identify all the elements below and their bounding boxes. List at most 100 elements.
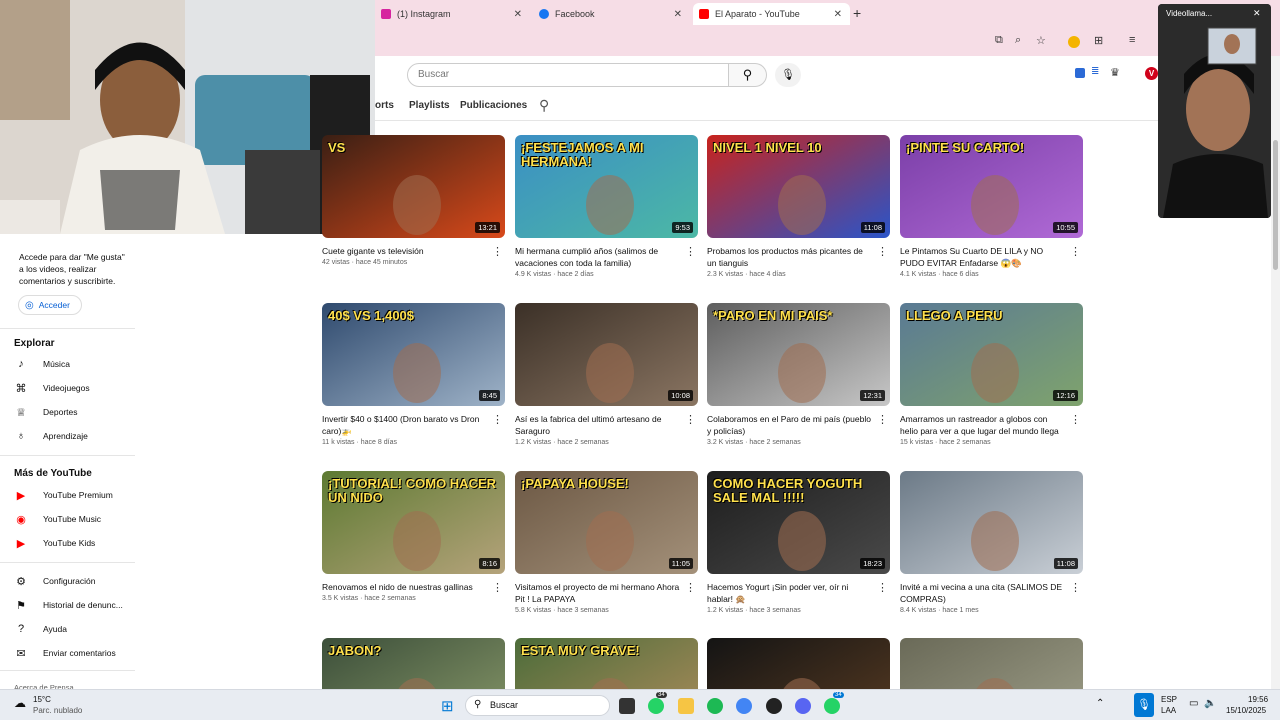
video-card[interactable]: JABON? [322,638,505,689]
video-thumbnail[interactable]: NIVEL 1 NIVEL 10 11:08 [707,135,890,238]
video-card[interactable]: ESTA MUY GRAVE! [515,638,698,689]
more-options-icon[interactable]: ⋮ [492,413,503,426]
clock-date[interactable]: 15/10/2025 [1226,706,1266,715]
tab-facebook[interactable]: Facebook ✕ [533,3,690,25]
new-tab-icon[interactable]: + [853,5,861,21]
chevron-up-icon[interactable]: ⌃ [1096,698,1104,709]
bookmark-star-icon[interactable]: ☆ [1036,34,1046,47]
tab-publicaciones[interactable]: Publicaciones [460,100,527,111]
video-card[interactable]: ¡PINTE SU CARTO! 10:55 Le Pintamos Su Cuar… [900,135,1083,278]
file-explorer-icon[interactable] [678,698,694,714]
video-title[interactable]: Cuete gigante vs televisión [322,245,488,257]
sidebar-item-aprendizaje[interactable]: ♁ Aprendizaje [14,427,88,445]
close-tab-icon[interactable]: ✕ [834,9,842,20]
more-options-icon[interactable]: ⋮ [1070,413,1081,426]
clock-time[interactable]: 19:56 [1248,695,1268,704]
video-thumbnail[interactable]: JABON? [322,638,505,689]
video-title[interactable]: Hacemos Yogurt ¡Sin poder ver, oír ni ha… [707,581,873,605]
more-options-icon[interactable]: ⋮ [685,245,696,258]
more-options-icon[interactable]: ⋮ [685,581,696,594]
region-indicator[interactable]: LAA [1161,706,1176,715]
channel-search-icon[interactable]: ⚲ [539,97,549,114]
close-tab-icon[interactable]: ✕ [674,9,682,20]
video-title[interactable]: Probamos los productos más picantes de u… [707,245,873,269]
sidebar-item-yt-premium[interactable]: ▶ YouTube Premium [14,486,113,504]
app-icon[interactable] [766,698,782,714]
taskbar-search[interactable]: ⚲ Buscar [465,695,610,716]
close-tab-icon[interactable]: ✕ [514,9,522,20]
scrollbar-thumb[interactable] [1273,140,1278,270]
more-options-icon[interactable]: ⋮ [877,245,888,258]
video-thumbnail[interactable]: ¡TUTORIAL! COMO HACER UN NIDO 8:16 [322,471,505,574]
video-title[interactable]: Mi hermana cumplió años (salimos de vaca… [515,245,681,269]
tab-youtube[interactable]: El Aparato - YouTube ✕ [693,3,850,25]
video-title[interactable]: Invertir $40 o $1400 (Dron barato vs Dro… [322,413,488,437]
task-view-icon[interactable] [619,698,635,714]
video-thumbnail[interactable]: ¡FESTEJAMOS A MI HERMANA! 9:53 [515,135,698,238]
sidebar-item-videojuegos[interactable]: ⌘ Videojuegos [14,379,90,397]
search-button[interactable]: ⚲ [729,63,767,87]
weather-temp[interactable]: 15°C [33,695,51,704]
video-title[interactable]: Le Pintamos Su Cuarto DE LILA y NO PUDO … [900,245,1066,269]
close-icon[interactable]: ✕ [1253,8,1261,19]
sidebar-item-configuracion[interactable]: ⚙ Configuración [14,572,95,590]
video-thumbnail[interactable]: 40$ VS 1,400$ 8:45 [322,303,505,406]
video-card[interactable]: LLEGO A PERU 12:16 Amarramos un rastreador… [900,303,1083,446]
volume-icon[interactable]: 🔈 [1204,698,1216,709]
spotify-icon[interactable] [707,698,723,714]
tab-instagram[interactable]: (1) Instagram ✕ [375,3,530,25]
signin-button[interactable]: ◎ Acceder [18,295,82,315]
sidebar-item-historial[interactable]: ⚑ Historial de denunc... [14,596,123,614]
avatar[interactable]: V [1145,67,1158,80]
video-card[interactable]: ¡TUTORIAL! COMO HACER UN NIDO 8:16 Renovam… [322,471,505,602]
more-options-icon[interactable]: ⋮ [492,581,503,594]
video-title[interactable]: Amarramos un rastreador a globos con hel… [900,413,1066,437]
video-thumbnail[interactable]: VS 13:21 [322,135,505,238]
search-input[interactable]: Buscar [407,63,729,87]
sidebar-item-yt-kids[interactable]: ▶ YouTube Kids [14,534,96,552]
cast-icon[interactable] [1075,68,1085,78]
language-indicator[interactable]: ESP [1161,695,1177,704]
more-options-icon[interactable]: ⋮ [492,245,503,258]
video-card[interactable]: 10:08 Así es la fabrica del ultimó artesa… [515,303,698,446]
chrome-icon[interactable] [736,698,752,714]
sidebar-item-yt-music[interactable]: ◉ YouTube Music [14,510,101,528]
reading-list-icon[interactable]: ≡ [1129,34,1135,46]
video-card[interactable]: 40$ VS 1,400$ 8:45 Invertir $40 o $1400 (D… [322,303,505,446]
video-thumbnail[interactable]: ESTA MUY GRAVE! [515,638,698,689]
more-options-icon[interactable]: ⋮ [877,413,888,426]
discord-icon[interactable] [795,698,811,714]
windows-start-icon[interactable]: ⊞ [441,697,454,715]
more-options-icon[interactable]: ⋮ [877,581,888,594]
video-title[interactable]: Así es la fabrica del ultimó artesano de… [515,413,681,437]
list-icon[interactable]: ≣ [1091,66,1099,77]
video-title[interactable]: Visitamos el proyecto de mi hermano Ahor… [515,581,681,605]
sidebar-item-ayuda[interactable]: ? Ayuda [14,620,67,638]
video-thumbnail[interactable]: ¡PAPAYA HOUSE! 11:05 [515,471,698,574]
video-thumbnail[interactable]: 10:08 [515,303,698,406]
video-call-window[interactable]: Videollama... ✕ [1158,4,1271,218]
video-card[interactable] [707,638,890,689]
zoom-icon[interactable]: ⌕ [1015,34,1021,47]
video-card[interactable]: ¡FESTEJAMOS A MI HERMANA! 9:53 Mi hermana … [515,135,698,278]
video-thumbnail[interactable] [707,638,890,689]
more-options-icon[interactable]: ⋮ [685,413,696,426]
sidebar-item-musica[interactable]: ♪ Música [14,355,70,373]
video-thumbnail[interactable]: COMO HACER YOGUTH SALE MAL !!!!! 18:23 [707,471,890,574]
whatsapp-icon[interactable] [824,698,840,714]
extensions-puzzle-icon[interactable]: ⊞ [1094,34,1103,47]
sidebar-item-feedback[interactable]: ✉ Enviar comentarios [14,644,115,662]
video-card[interactable]: ¡PAPAYA HOUSE! 11:05 Visitamos el proyecto… [515,471,698,614]
voice-search-button[interactable]: 🎙 [775,63,801,87]
microphone-icon[interactable]: 🎙 [1134,693,1154,717]
video-card[interactable]: NIVEL 1 NIVEL 10 11:08 Probamos los produc… [707,135,890,278]
video-title[interactable]: Renovamos el nido de nuestras gallinas [322,581,488,593]
video-thumbnail[interactable]: ¡PINTE SU CARTO! 10:55 [900,135,1083,238]
tab-shorts[interactable]: orts [375,100,394,111]
video-card[interactable] [900,638,1083,689]
video-card[interactable]: VS 13:21 Cuete gigante vs televisión 42 vis… [322,135,505,266]
more-options-icon[interactable]: ⋮ [1070,581,1081,594]
video-card[interactable]: 11:08 Invité a mi vecina a una cita (SALI… [900,471,1083,614]
network-icon[interactable]: ▭ [1189,698,1198,709]
sidebar-item-deportes[interactable]: ♕ Deportes [14,403,77,421]
